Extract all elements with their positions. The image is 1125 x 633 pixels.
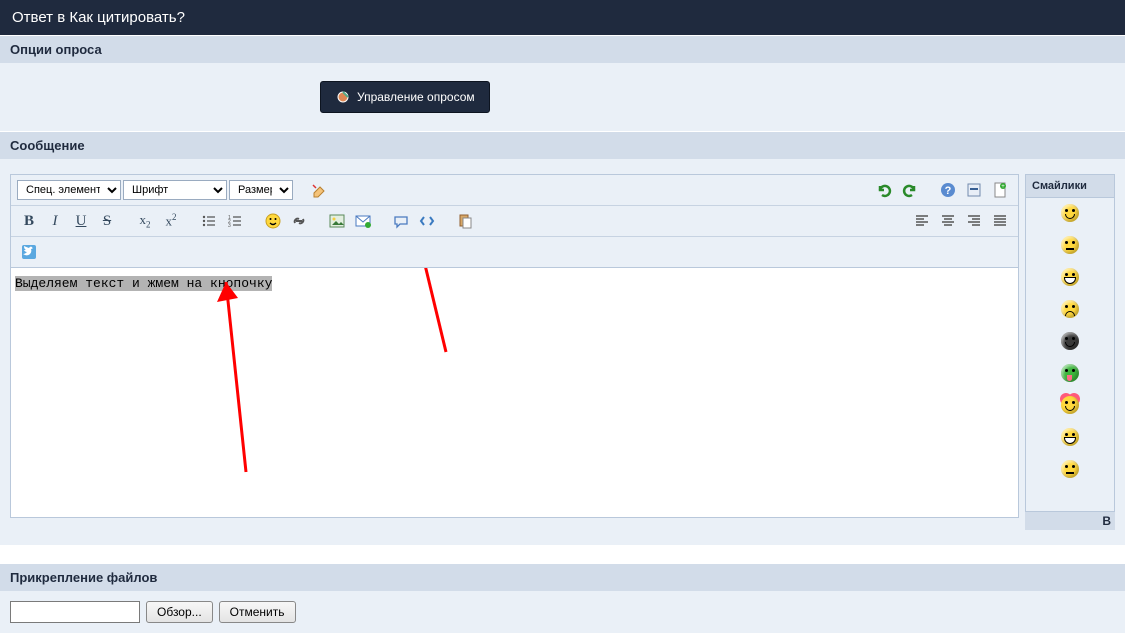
svg-text:3: 3 — [228, 223, 231, 229]
manage-poll-button[interactable]: Управление опросом — [320, 81, 490, 113]
align-justify-button[interactable] — [988, 210, 1012, 232]
bold-icon: B — [24, 213, 34, 230]
bold-button[interactable]: B — [17, 210, 41, 232]
redo-icon — [902, 182, 918, 198]
underline-button[interactable]: U — [69, 210, 93, 232]
svg-text:+: + — [1001, 184, 1005, 190]
smilies-title: Смайлики — [1025, 174, 1115, 198]
help-button[interactable]: ? — [936, 179, 960, 201]
emoticon-button[interactable] — [261, 210, 285, 232]
quote-icon — [393, 213, 409, 229]
attachments-body: Обзор... Отменить — [0, 591, 1125, 633]
bullet-list-icon — [201, 213, 217, 229]
number-list-icon: 123 — [227, 213, 243, 229]
link-icon — [291, 213, 307, 229]
align-left-button[interactable] — [910, 210, 934, 232]
smiley-icon — [265, 213, 281, 229]
remove-format-button[interactable] — [307, 179, 331, 201]
poll-options-body: Управление опросом — [0, 63, 1125, 131]
smiley-sick[interactable] — [1061, 364, 1079, 382]
smiley-neutral[interactable] — [1061, 236, 1079, 254]
smiley-sleep[interactable] — [1061, 460, 1079, 478]
expand-button[interactable]: + — [988, 179, 1012, 201]
help-icon: ? — [940, 182, 956, 198]
align-left-icon — [914, 213, 930, 229]
poll-icon — [335, 89, 351, 105]
link-button[interactable] — [287, 210, 311, 232]
poll-options-head: Опции опроса — [0, 35, 1125, 63]
smiley-cool[interactable] — [1061, 332, 1079, 350]
superscript-button[interactable]: x2 — [159, 210, 183, 232]
eraser-icon — [311, 182, 327, 198]
annotation-arrow-2 — [391, 268, 461, 372]
smiley-love[interactable] — [1061, 396, 1079, 414]
size-select[interactable]: Размер — [229, 180, 293, 200]
align-right-button[interactable] — [962, 210, 986, 232]
toggle-icon — [966, 182, 982, 198]
underline-icon: U — [76, 213, 87, 230]
strike-icon: S — [103, 213, 111, 230]
selected-text: Выделяем текст и жмем на кнопочку — [15, 276, 272, 291]
smilies-panel: Смайлики В — [1025, 174, 1115, 530]
subscript-icon: x2 — [140, 212, 151, 230]
superscript-icon: x2 — [166, 212, 177, 229]
strike-button[interactable]: S — [95, 210, 119, 232]
clipboard-icon — [457, 213, 473, 229]
align-justify-icon — [992, 213, 1008, 229]
reply-title: Ответ в Как цитировать? — [12, 9, 185, 26]
smilies-more[interactable]: В — [1025, 512, 1115, 530]
image-button[interactable] — [325, 210, 349, 232]
smiley-angry[interactable] — [1061, 300, 1079, 318]
quote-button[interactable] — [389, 210, 413, 232]
smiley-biggrin[interactable] — [1061, 268, 1079, 286]
undo-button[interactable] — [872, 179, 896, 201]
smiley-smile[interactable] — [1061, 204, 1079, 222]
italic-button[interactable]: I — [43, 210, 67, 232]
align-center-button[interactable] — [936, 210, 960, 232]
subscript-button[interactable]: x2 — [133, 210, 157, 232]
undo-icon — [876, 182, 892, 198]
italic-icon: I — [53, 213, 58, 230]
redo-button[interactable] — [898, 179, 922, 201]
code-icon — [419, 213, 435, 229]
attachments-head: Прикрепление файлов — [0, 563, 1125, 591]
font-select[interactable]: Шрифт — [123, 180, 227, 200]
smiley-laugh[interactable] — [1061, 428, 1079, 446]
code-button[interactable] — [415, 210, 439, 232]
special-elements-select[interactable]: Спец. элементы — [17, 180, 121, 200]
file-path-input[interactable] — [10, 601, 140, 623]
toggle-mode-button[interactable] — [962, 179, 986, 201]
page-icon: + — [992, 182, 1008, 198]
annotation-arrow-1 — [191, 272, 261, 492]
cancel-upload-button[interactable]: Отменить — [219, 601, 296, 623]
email-button[interactable] — [351, 210, 375, 232]
email-icon — [355, 213, 371, 229]
align-center-icon — [940, 213, 956, 229]
number-list-button[interactable]: 123 — [223, 210, 247, 232]
editor-toolbar: Спец. элементы Шрифт Размер ? — [10, 174, 1019, 268]
browse-button[interactable]: Обзор... — [146, 601, 213, 623]
editor-textarea[interactable]: Выделяем текст и жмем на кнопочку — [10, 268, 1019, 518]
image-icon — [329, 213, 345, 229]
paste-button[interactable] — [453, 210, 477, 232]
page-header: Ответ в Как цитировать? — [0, 0, 1125, 35]
bullet-list-button[interactable] — [197, 210, 221, 232]
twitter-icon — [21, 244, 37, 260]
align-right-icon — [966, 213, 982, 229]
twitter-button[interactable] — [17, 241, 41, 263]
svg-text:?: ? — [945, 185, 952, 197]
message-head: Сообщение — [0, 131, 1125, 159]
